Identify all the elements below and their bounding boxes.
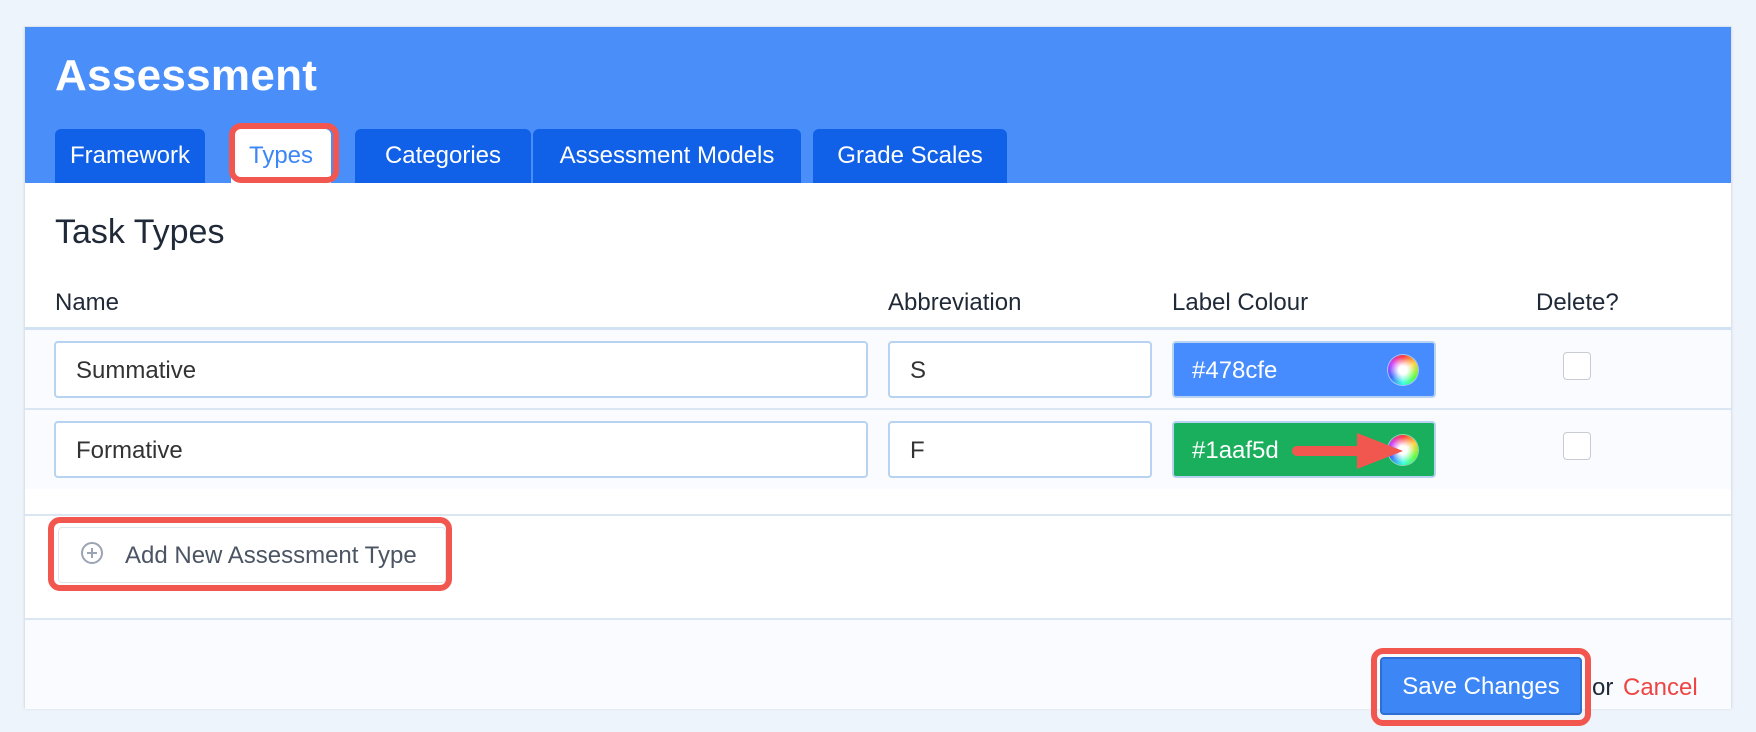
colour-wheel-icon[interactable] [1388,355,1418,385]
tab-grade-scales[interactable]: Grade Scales [813,129,1007,183]
tab-assessment-models[interactable]: Assessment Models [533,129,801,183]
delete-checkbox[interactable] [1563,432,1591,460]
cancel-link[interactable]: Cancel [1623,674,1698,702]
annotation-arrow-icon [1292,433,1403,469]
name-input[interactable]: Formative [54,421,868,478]
column-header-label-colour: Label Colour [1172,289,1309,316]
column-header-name: Name [55,289,120,316]
header: Assessment Framework Types Categories As… [25,27,1731,183]
abbreviation-input[interactable]: F [888,421,1152,478]
tab-categories[interactable]: Categories [355,129,531,183]
assessment-panel: Assessment Framework Types Categories As… [24,26,1732,726]
plus-circle-icon [81,542,103,564]
colour-value: #1aaf5d [1192,437,1279,464]
tab-framework[interactable]: Framework [55,129,205,183]
save-changes-button[interactable]: Save Changes [1380,657,1582,715]
add-button-label: Add New Assessment Type [125,542,417,569]
abbreviation-input[interactable]: S [888,341,1152,398]
table-divider [25,514,1731,516]
add-assessment-type-button[interactable]: Add New Assessment Type [58,527,446,583]
name-input[interactable]: Summative [54,341,868,398]
delete-checkbox[interactable] [1563,352,1591,380]
tab-types[interactable]: Types [231,129,331,183]
colour-value: #478cfe [1192,357,1278,384]
section-title: Task Types [55,213,225,251]
or-text: or [1592,674,1614,701]
label-colour-picker[interactable]: #478cfe [1172,341,1436,398]
column-header-delete: Delete? [1536,289,1619,316]
page-title: Assessment [55,51,318,100]
column-header-abbreviation: Abbreviation [888,289,1022,316]
